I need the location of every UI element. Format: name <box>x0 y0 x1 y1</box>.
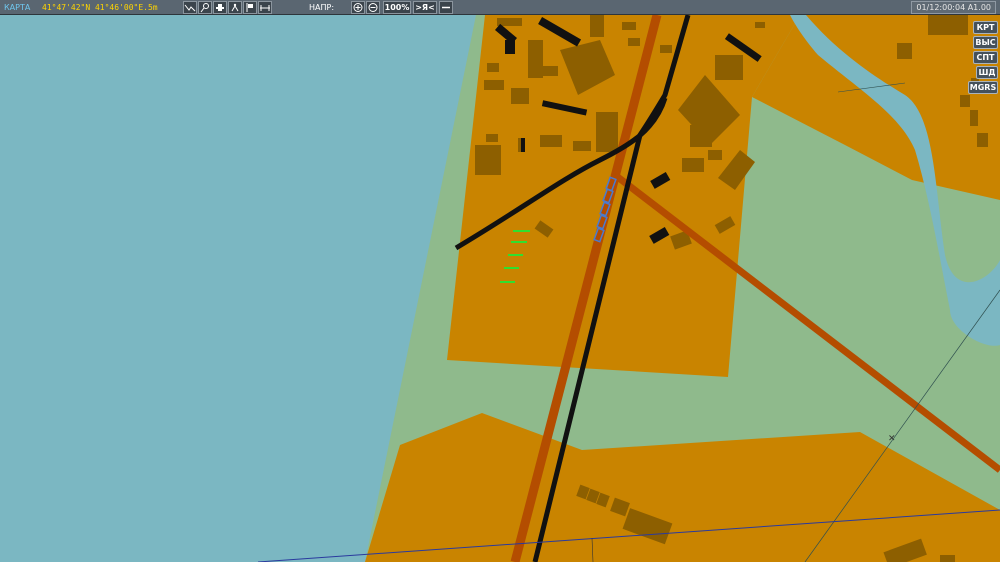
flag-tool-button[interactable] <box>243 1 257 14</box>
flag-icon <box>246 3 253 12</box>
map-title: КАРТА <box>4 3 31 12</box>
ruler-tool-button[interactable] <box>258 1 272 14</box>
pin-tool-button[interactable] <box>198 1 212 14</box>
map-canvas[interactable]: ✕ <box>0 15 1000 562</box>
map-mode-button[interactable]: КРТ <box>973 21 998 34</box>
zoom-out-button[interactable] <box>366 1 380 14</box>
satellite-mode-button[interactable]: СПТ <box>973 51 998 64</box>
mission-time: 01/12:00:04 A1.00 <box>911 1 996 14</box>
coordinates-readout: 41°47'42"N 41°46'00"E.5m <box>42 3 158 12</box>
zoom-level[interactable]: 100% <box>383 1 411 14</box>
map-mode-label: КРТ <box>976 23 995 32</box>
zoom-in-button[interactable] <box>351 1 365 14</box>
crosshair-plus-icon <box>353 3 363 12</box>
route-tool-button[interactable] <box>183 1 197 14</box>
zoom-level-text: 100% <box>384 3 410 12</box>
ruler-icon <box>260 5 270 11</box>
line-icon <box>442 6 450 9</box>
center-on-self-label: >Я< <box>415 3 435 12</box>
unit-icon <box>216 4 224 11</box>
direction-label: НАПР: <box>309 3 335 12</box>
measure-button[interactable] <box>439 1 453 14</box>
pin-icon <box>200 3 209 13</box>
waypoint-cross-icon[interactable]: ✕ <box>888 434 896 444</box>
route-icon <box>184 4 196 12</box>
latlong-mode-label: ШД <box>978 68 996 77</box>
center-on-self-button[interactable]: >Я< <box>413 1 437 14</box>
top-toolbar: КАРТА 41°47'42"N 41°46'00"E.5m НАПР: 100… <box>0 0 1000 15</box>
minus-circle-icon <box>368 3 378 12</box>
mgrs-mode-label: MGRS <box>969 83 997 92</box>
altitude-mode-button[interactable]: ВЫС <box>973 36 998 49</box>
mgrs-mode-button[interactable]: MGRS <box>968 81 998 94</box>
latlong-mode-button[interactable]: ШД <box>976 66 998 79</box>
figure-icon <box>231 3 239 12</box>
figure-tool-button[interactable] <box>228 1 242 14</box>
altitude-mode-label: ВЫС <box>975 38 996 47</box>
unit-tool-button[interactable] <box>213 1 227 14</box>
satellite-mode-label: СПТ <box>976 53 995 62</box>
